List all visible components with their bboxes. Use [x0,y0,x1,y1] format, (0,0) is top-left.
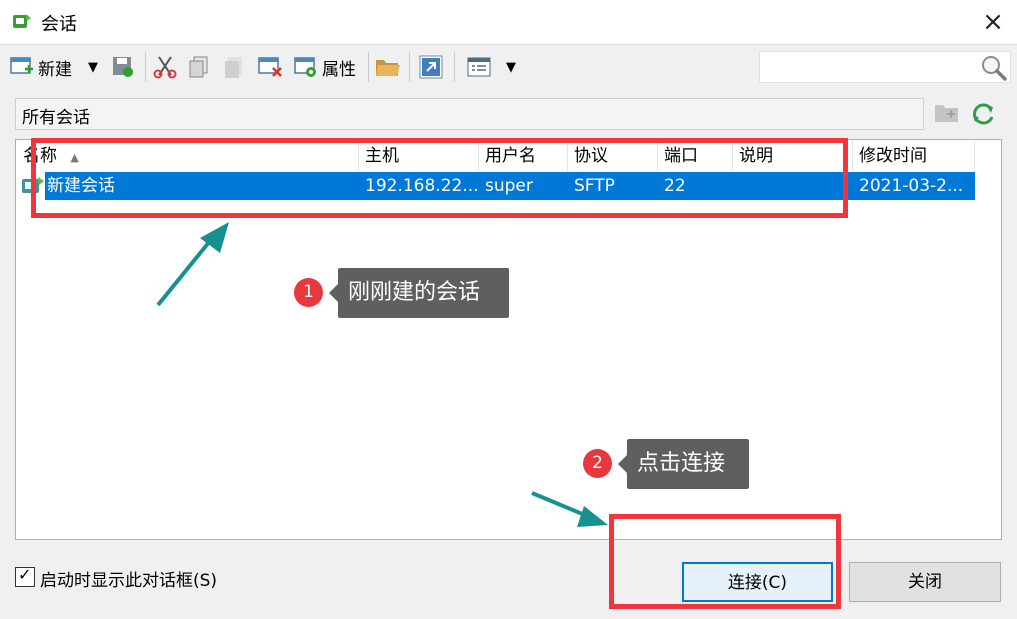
toolbar-separator [368,52,369,82]
annotation-tooltip: 点击连接 [618,439,749,489]
paste-icon [223,55,245,79]
chevron-down-icon: ▼ [506,59,516,75]
view-dropdown[interactable]: ▼ [506,52,516,82]
startup-checkbox-label[interactable]: 启动时显示此对话框(S) [40,566,217,591]
new-folder-button[interactable] [934,102,960,129]
folder-path: 所有会话 [15,98,924,130]
cell-modified: 2021-03-2... [859,176,964,196]
folder-icon [934,105,960,129]
toolbar-separator [454,52,455,82]
refresh-icon [969,103,997,133]
check-icon: ✓ [18,565,32,584]
shortcut-icon [419,55,443,79]
toolbar-separator [409,52,410,82]
refresh-button[interactable] [969,100,997,133]
window-title: 会话 [41,14,77,35]
shortcut-button[interactable] [419,52,443,82]
new-session-dropdown[interactable]: ▼ [88,52,98,82]
cut-button[interactable] [153,52,179,82]
window-close-button[interactable]: × [976,4,1010,40]
annotation-step-badge: 1 [294,278,323,307]
properties-label: 属性 [322,59,356,80]
paste-button[interactable] [223,52,245,82]
delete-button[interactable] [258,52,284,82]
search-box[interactable] [759,51,1011,83]
annotation-step-badge: 2 [583,449,612,478]
search-input[interactable] [764,56,976,78]
view-button[interactable] [467,52,491,82]
chevron-down-icon: ▼ [88,59,98,75]
open-folder-icon [375,56,401,78]
delete-icon [258,55,284,79]
annotation-tooltip: 刚刚建的会话 [329,268,509,318]
new-session-label: 新建 [38,59,72,80]
annotation-highlight-row [31,138,848,218]
close-button[interactable]: 关闭 [849,562,1001,602]
copy-button[interactable] [188,52,210,82]
cut-icon [153,55,179,79]
app-icon [12,12,32,30]
properties-icon [294,55,318,79]
save-icon [111,55,135,79]
new-session-icon [10,56,34,78]
copy-icon [188,55,210,79]
view-icon [467,56,491,78]
annotation-highlight-connect [609,514,841,609]
properties-button[interactable]: 属性 [294,52,356,82]
title-bar [0,0,1017,44]
new-session-button[interactable]: 新建 [10,52,72,82]
column-header-modified[interactable]: 修改时间 [853,141,975,171]
toolbar-separator [145,52,146,82]
startup-checkbox[interactable]: ✓ [15,565,35,587]
save-button[interactable] [111,52,135,82]
search-icon[interactable] [980,54,1008,87]
open-folder-button[interactable] [375,52,401,82]
